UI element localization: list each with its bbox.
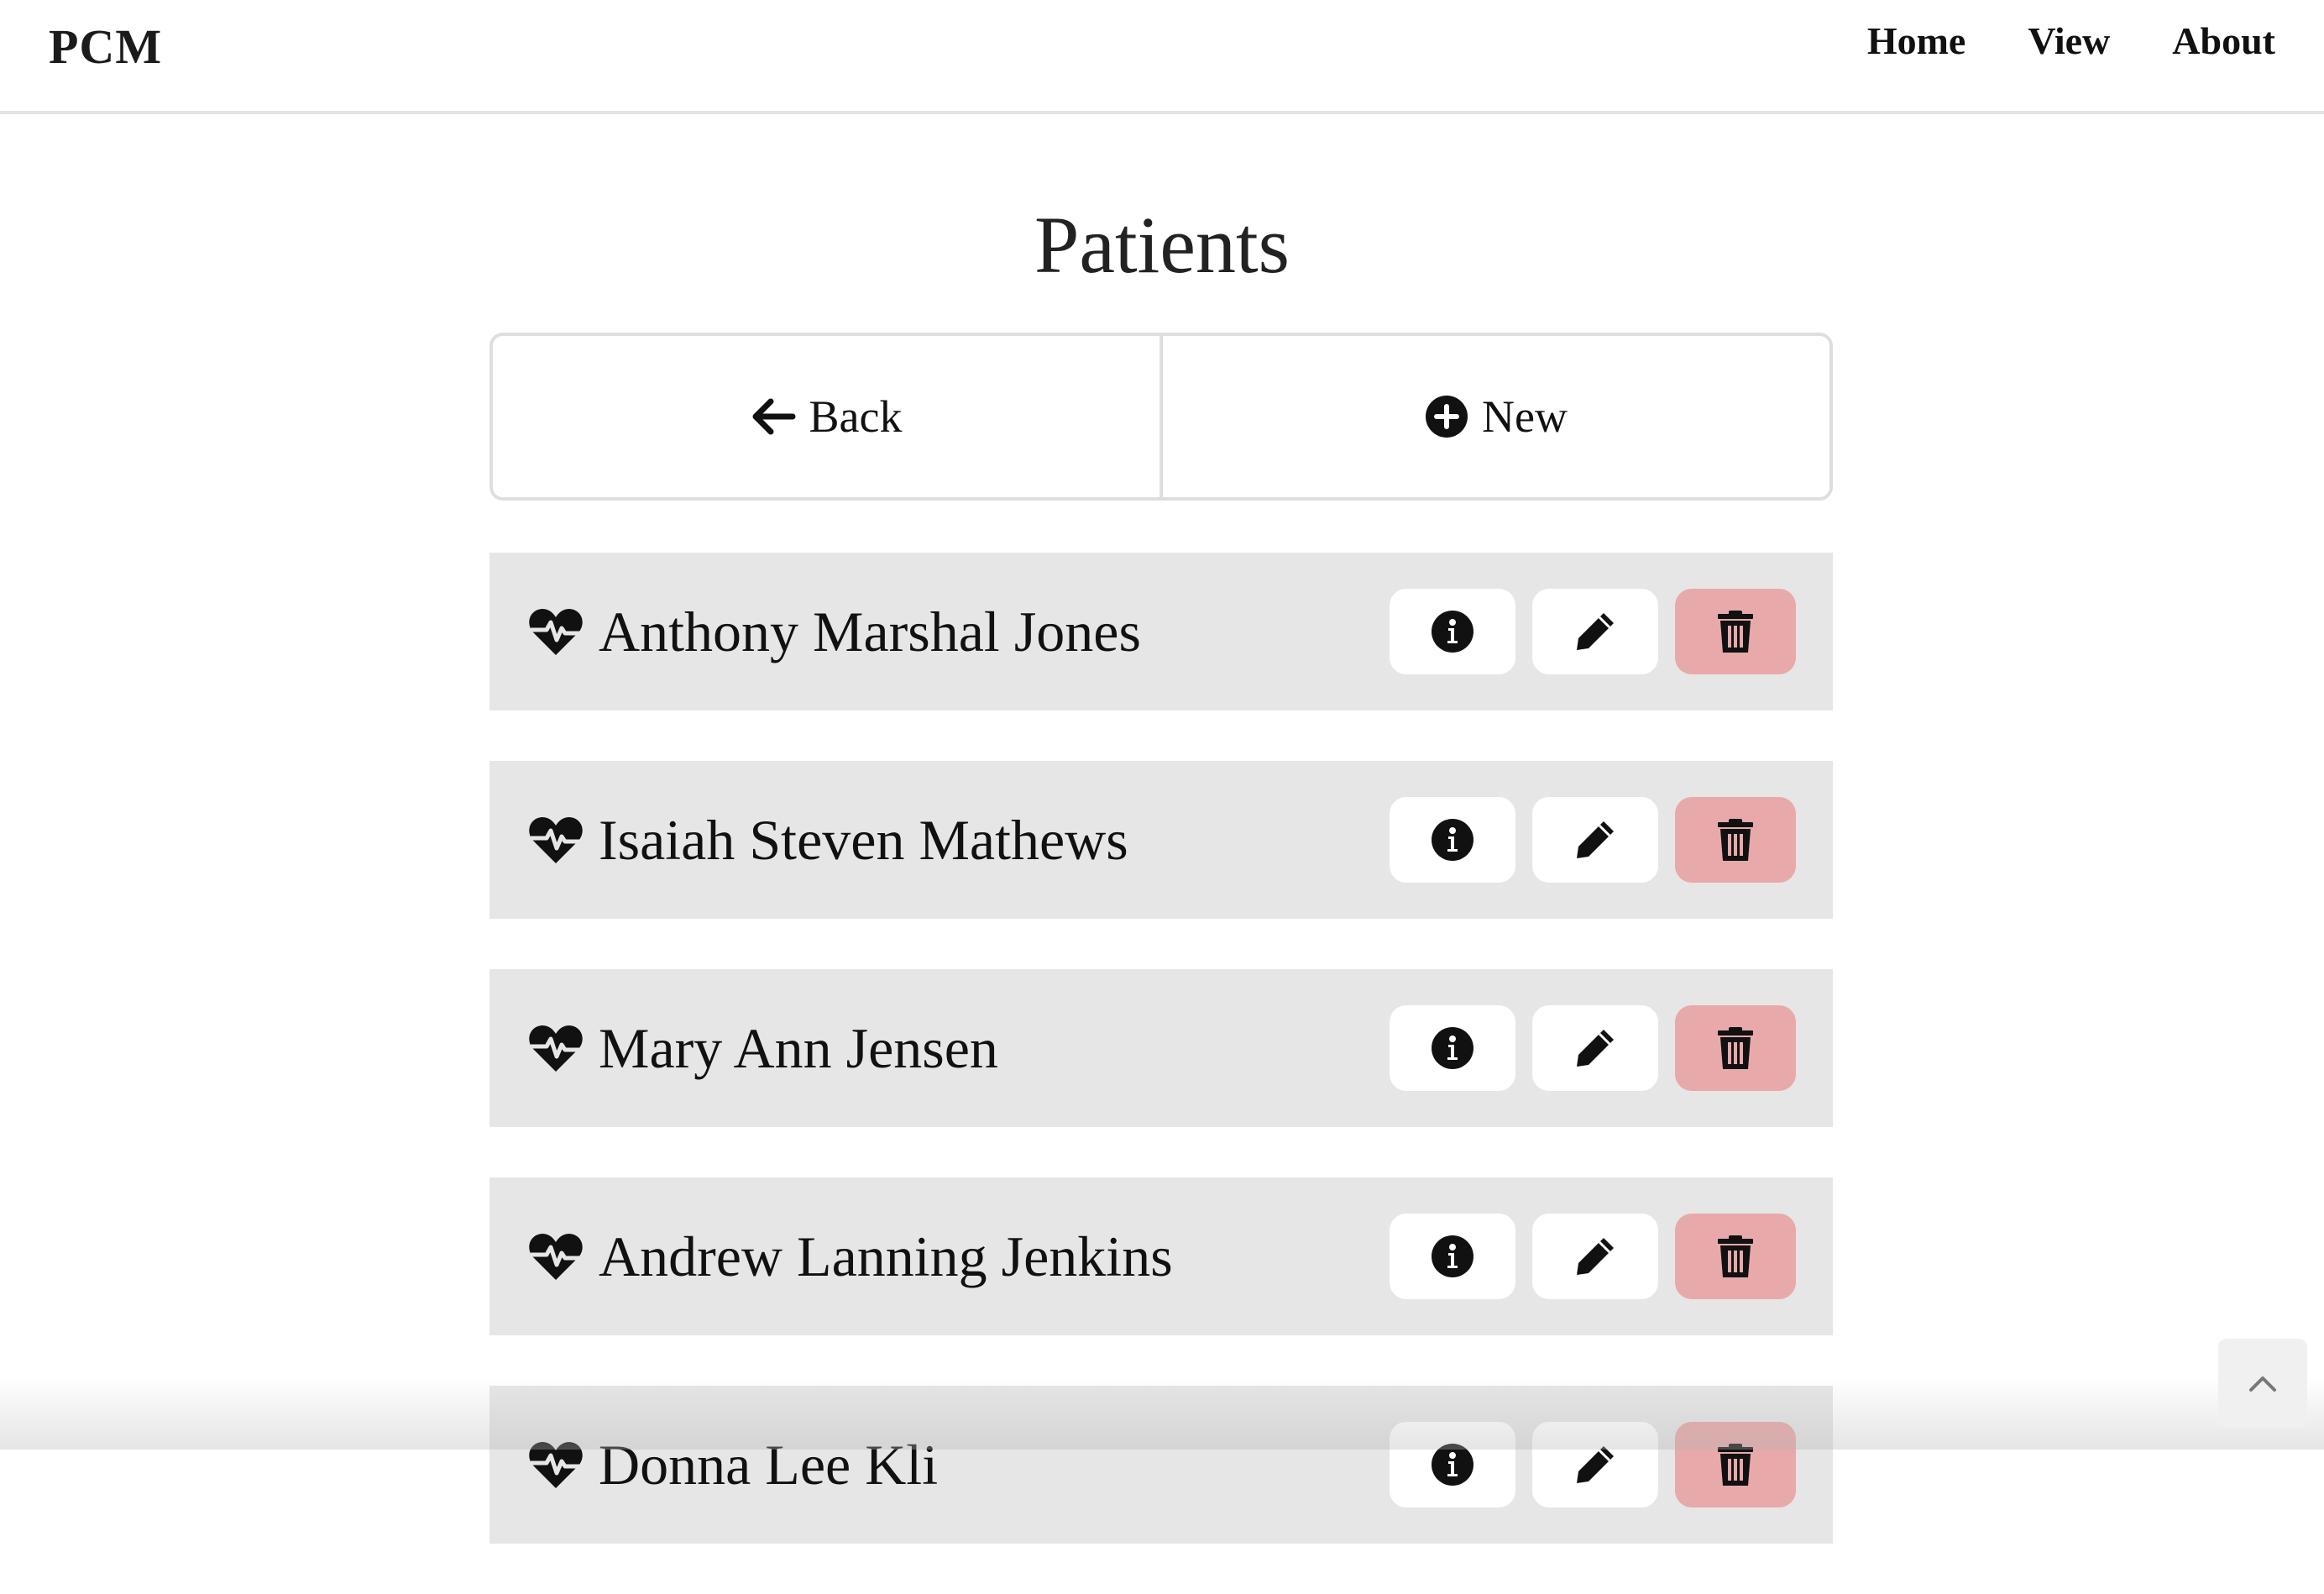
row-actions	[1390, 797, 1796, 883]
trash-icon	[1718, 611, 1753, 653]
patient-row: Anthony Marshal Jones	[489, 553, 1833, 710]
back-label: Back	[809, 391, 903, 442]
pencil-icon	[1577, 1238, 1614, 1275]
row-actions	[1390, 1422, 1796, 1507]
back-button[interactable]: Back	[493, 336, 1159, 497]
info-circle-icon	[1432, 1235, 1473, 1277]
nav-link-view[interactable]: View	[2028, 18, 2110, 63]
heart-pulse-icon	[529, 609, 583, 655]
edit-button[interactable]	[1532, 1214, 1658, 1299]
row-actions	[1390, 589, 1796, 674]
info-circle-icon	[1432, 611, 1473, 653]
pencil-icon	[1577, 1030, 1614, 1067]
patient-name[interactable]: Donna Lee Kli	[599, 1432, 1390, 1498]
edit-button[interactable]	[1532, 589, 1658, 674]
new-label: New	[1482, 391, 1568, 442]
patient-name[interactable]: Andrew Lanning Jenkins	[599, 1224, 1390, 1290]
delete-button[interactable]	[1675, 1214, 1796, 1299]
info-button[interactable]	[1390, 1005, 1515, 1091]
info-button[interactable]	[1390, 797, 1515, 883]
pencil-icon	[1577, 613, 1614, 650]
plus-circle-icon	[1425, 395, 1468, 438]
brand-logo[interactable]: PCM	[49, 18, 162, 75]
patient-name[interactable]: Anthony Marshal Jones	[599, 599, 1390, 665]
heart-pulse-icon	[529, 1442, 583, 1488]
nav-links: Home View About	[1867, 18, 2275, 63]
chevron-up-icon	[2249, 1376, 2276, 1392]
patient-row: Andrew Lanning Jenkins	[489, 1177, 1833, 1335]
delete-button[interactable]	[1675, 1422, 1796, 1507]
heart-pulse-icon	[529, 1025, 583, 1072]
nav-link-about[interactable]: About	[2172, 18, 2275, 63]
info-button[interactable]	[1390, 1214, 1515, 1299]
page-title: Patients	[1034, 200, 1290, 290]
navbar: PCM Home View About	[0, 0, 2324, 114]
heart-pulse-icon	[529, 1234, 583, 1280]
delete-button[interactable]	[1675, 589, 1796, 674]
patient-list: Anthony Marshal Jones Isaiah Steven Math…	[489, 553, 1833, 1594]
edit-button[interactable]	[1532, 797, 1658, 883]
info-circle-icon	[1432, 819, 1473, 861]
trash-icon	[1718, 1235, 1753, 1277]
trash-icon	[1718, 819, 1753, 861]
patient-row: Donna Lee Kli	[489, 1386, 1833, 1544]
heart-pulse-icon	[529, 817, 583, 863]
trash-icon	[1718, 1027, 1753, 1069]
edit-button[interactable]	[1532, 1005, 1658, 1091]
new-patient-button[interactable]: New	[1159, 336, 1829, 497]
patient-row: Isaiah Steven Mathews	[489, 761, 1833, 919]
patient-row: Mary Ann Jensen	[489, 969, 1833, 1127]
nav-link-home[interactable]: Home	[1867, 18, 1966, 63]
row-actions	[1390, 1214, 1796, 1299]
arrow-left-icon	[751, 398, 796, 435]
info-button[interactable]	[1390, 589, 1515, 674]
pencil-icon	[1577, 821, 1614, 858]
delete-button[interactable]	[1675, 797, 1796, 883]
info-circle-icon	[1432, 1027, 1473, 1069]
scroll-to-top-button[interactable]	[2218, 1339, 2307, 1428]
delete-button[interactable]	[1675, 1005, 1796, 1091]
edit-button[interactable]	[1532, 1422, 1658, 1507]
toolbar-button-group: Back New	[489, 333, 1833, 501]
patient-name[interactable]: Mary Ann Jensen	[599, 1015, 1390, 1082]
info-button[interactable]	[1390, 1422, 1515, 1507]
patient-name[interactable]: Isaiah Steven Mathews	[599, 807, 1390, 873]
row-actions	[1390, 1005, 1796, 1091]
